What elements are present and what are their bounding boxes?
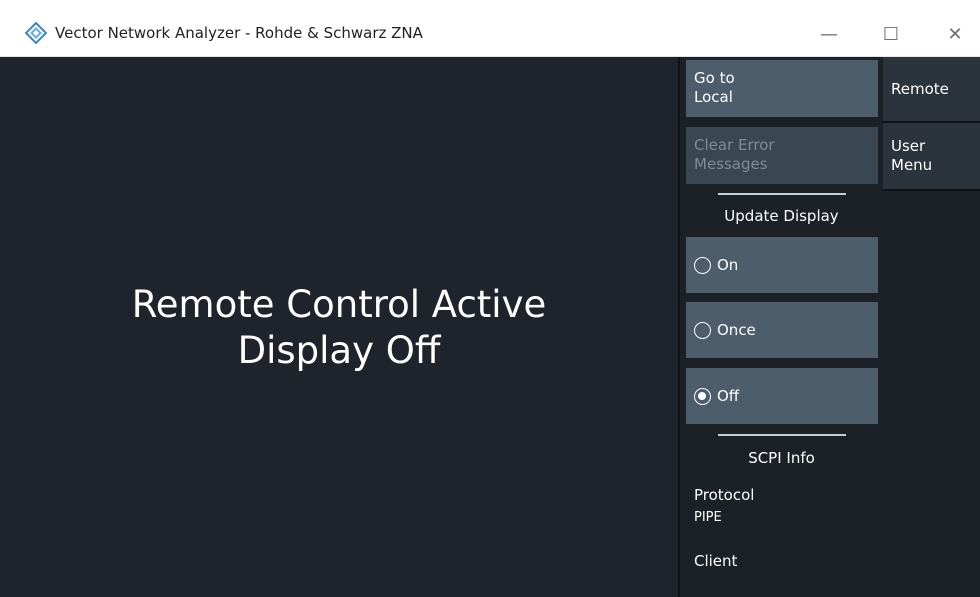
window-title: Vector Network Analyzer - Rohde & Schwar… bbox=[55, 24, 423, 42]
close-icon: ✕ bbox=[947, 23, 963, 45]
clear-error-label-2: Messages bbox=[694, 155, 768, 173]
display-off-text: Display Off bbox=[237, 329, 441, 372]
option-label: Off bbox=[717, 387, 740, 405]
radio-checked-icon bbox=[694, 387, 711, 405]
divider bbox=[718, 193, 846, 195]
radio-unchecked-icon bbox=[694, 321, 711, 339]
tab-user-menu-label-2: Menu bbox=[891, 156, 933, 174]
tab-remote-label: Remote bbox=[891, 80, 949, 98]
option-label: Once bbox=[717, 321, 756, 339]
divider bbox=[718, 434, 846, 436]
remote-active-text: Remote Control Active bbox=[131, 283, 547, 326]
app-logo-icon bbox=[25, 22, 47, 44]
update-display-label: Update Display bbox=[724, 207, 839, 225]
maximize-button[interactable]: ☐ bbox=[868, 12, 914, 56]
clear-error-messages-button[interactable]: Clear Error Messages bbox=[686, 127, 878, 184]
go-to-local-label-1: Go to bbox=[694, 69, 735, 87]
go-to-local-label-2: Local bbox=[694, 88, 733, 106]
clear-error-label-1: Clear Error bbox=[694, 136, 775, 154]
title-bar: Vector Network Analyzer - Rohde & Schwar… bbox=[0, 12, 980, 57]
update-display-off-option[interactable]: Off bbox=[686, 368, 878, 424]
menu-tabs: Remote User Menu bbox=[883, 57, 980, 597]
scpi-info-label: SCPI Info bbox=[748, 449, 815, 467]
display-area: Remote Control Active Display Off bbox=[0, 57, 678, 597]
update-display-once-option[interactable]: Once bbox=[686, 302, 878, 358]
remote-status-message: Remote Control Active Display Off bbox=[0, 282, 678, 374]
protocol-value: PIPE bbox=[694, 510, 722, 525]
tab-remote[interactable]: Remote bbox=[883, 57, 980, 123]
softkey-panel: Go to Local Clear Error Messages Update … bbox=[678, 57, 883, 597]
tab-user-menu-label-1: User bbox=[891, 137, 926, 155]
go-to-local-button[interactable]: Go to Local bbox=[686, 60, 878, 117]
client-label: Client bbox=[694, 552, 738, 570]
close-button[interactable]: ✕ bbox=[932, 12, 978, 56]
option-label: On bbox=[717, 256, 739, 274]
radio-unchecked-icon bbox=[694, 256, 711, 274]
maximize-icon: ☐ bbox=[882, 23, 900, 45]
minimize-button[interactable]: — bbox=[806, 12, 852, 56]
update-display-on-option[interactable]: On bbox=[686, 237, 878, 293]
tab-user-menu[interactable]: User Menu bbox=[883, 123, 980, 191]
protocol-label: Protocol bbox=[694, 486, 755, 504]
minimize-icon: — bbox=[820, 23, 838, 45]
